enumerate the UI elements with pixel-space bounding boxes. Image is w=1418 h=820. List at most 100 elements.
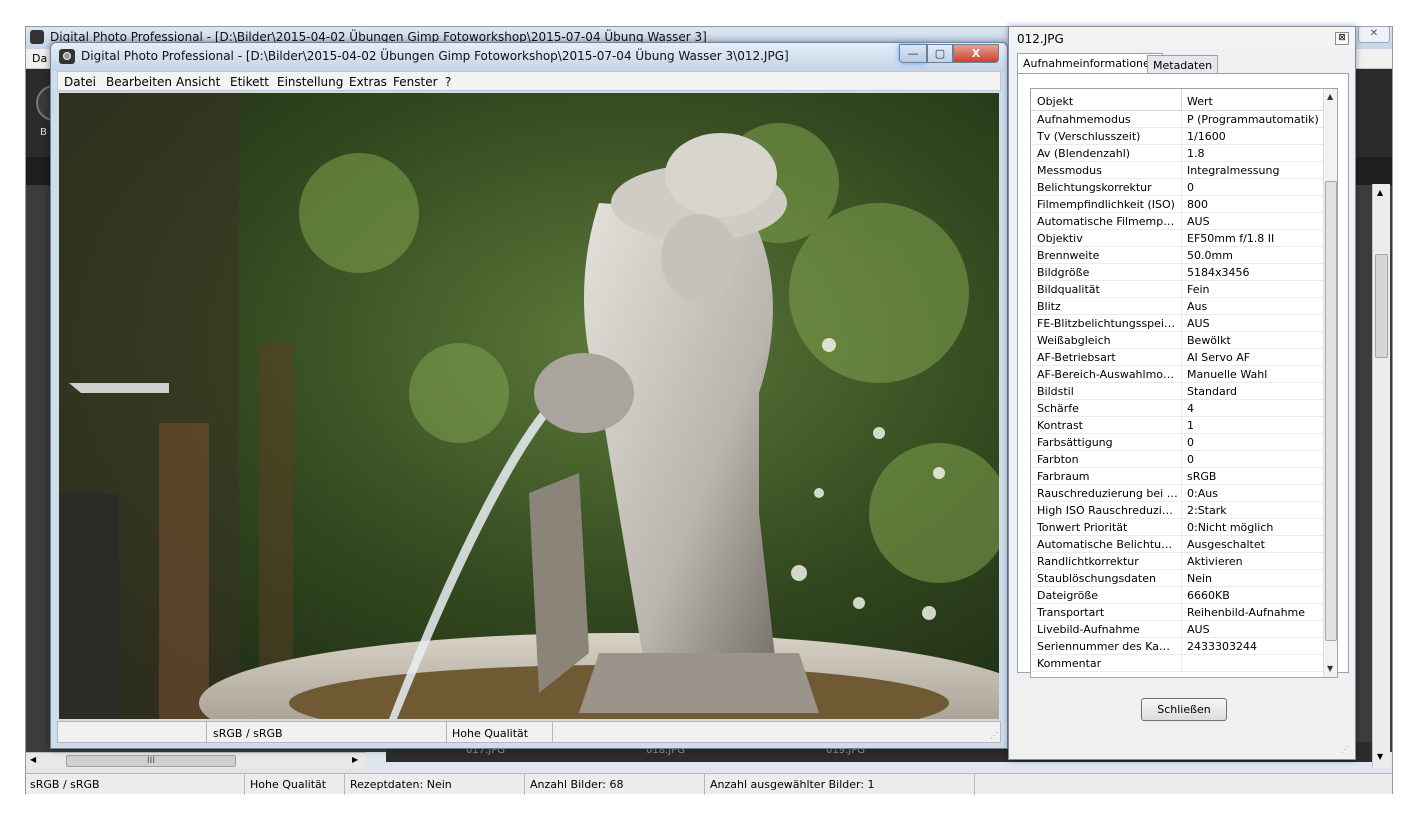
- info-row-key: Weißabgleich: [1037, 334, 1111, 347]
- vertical-scroll-thumb[interactable]: [1375, 254, 1388, 358]
- scroll-right-arrow-icon[interactable]: ▶: [352, 755, 358, 764]
- info-row[interactable]: Schärfe 4: [1031, 400, 1323, 417]
- info-row[interactable]: Automatische Belichtungso... Ausgeschalte…: [1031, 536, 1323, 553]
- info-row-separator: [1181, 128, 1182, 145]
- scroll-down-arrow-icon[interactable]: ▼: [1327, 664, 1333, 673]
- background-menu-datei[interactable]: Da: [32, 52, 47, 65]
- info-row-value: 1: [1187, 419, 1194, 432]
- info-scroll-thumb[interactable]: [1325, 181, 1337, 641]
- menu-bearbeiten[interactable]: Bearbeiten: [106, 75, 172, 89]
- info-row[interactable]: Automatische Filmempfindli... AUS: [1031, 213, 1323, 230]
- info-row[interactable]: Livebild-Aufnahme AUS: [1031, 621, 1323, 638]
- info-row[interactable]: AF-Bereich-Auswahlmodus Manuelle Wahl: [1031, 366, 1323, 383]
- info-window-titlebar[interactable]: 012.JPG ⊠: [1009, 27, 1355, 49]
- info-row-value: Standard: [1187, 385, 1238, 398]
- info-row-key: Objektiv: [1037, 232, 1083, 245]
- menu-help[interactable]: ?: [445, 75, 451, 89]
- info-row[interactable]: Brennweite 50.0mm: [1031, 247, 1323, 264]
- info-row[interactable]: Bildqualität Fein: [1031, 281, 1323, 298]
- info-row-separator: [1181, 332, 1182, 349]
- info-row[interactable]: Staublöschungsdaten Nein: [1031, 570, 1323, 587]
- info-row[interactable]: Blitz Aus: [1031, 298, 1323, 315]
- shooting-info-window: 012.JPG ⊠ Aufnahmeinformationen Metadate…: [1008, 26, 1356, 760]
- menu-etikett[interactable]: Etikett: [230, 75, 269, 89]
- info-row-value: AUS: [1187, 215, 1210, 228]
- info-row[interactable]: Farbton 0: [1031, 451, 1323, 468]
- scroll-up-arrow-icon[interactable]: ▲: [1327, 92, 1333, 101]
- camera-icon: [59, 49, 75, 64]
- close-dialog-button[interactable]: Schließen: [1141, 698, 1227, 721]
- info-row[interactable]: FE-Blitzbelichtungsspeicher... AUS: [1031, 315, 1323, 332]
- maximize-button[interactable]: ▢: [927, 44, 953, 63]
- status-separator: [244, 774, 245, 795]
- info-row[interactable]: AF-Betriebsart AI Servo AF: [1031, 349, 1323, 366]
- info-row-key: Livebild-Aufnahme: [1037, 623, 1140, 636]
- status-separator: [206, 722, 207, 742]
- info-row-separator: [1181, 451, 1182, 468]
- image-window-statusbar: sRGB / sRGB Hohe Qualität ⋰: [57, 721, 1001, 743]
- info-row[interactable]: Kontrast 1: [1031, 417, 1323, 434]
- info-row[interactable]: Weißabgleich Bewölkt: [1031, 332, 1323, 349]
- status-separator: [974, 774, 975, 795]
- info-row[interactable]: Transportart Reihenbild-Aufnahme: [1031, 604, 1323, 621]
- info-row[interactable]: Rauschreduzierung bei Lan... 0:Aus: [1031, 485, 1323, 502]
- info-row[interactable]: Aufnahmemodus P (Programmautomatik): [1031, 111, 1323, 128]
- header-separator: [1181, 89, 1182, 111]
- image-window: Digital Photo Professional - [D:\Bilder\…: [50, 42, 1008, 749]
- horizontal-scroll-thumb[interactable]: III: [66, 755, 236, 767]
- info-row[interactable]: Filmempfindlichkeit (ISO) 800: [1031, 196, 1323, 213]
- status-separator: [552, 722, 553, 742]
- image-status-quality: Hohe Qualität: [452, 727, 529, 740]
- minimize-button[interactable]: —: [899, 44, 927, 63]
- info-row-key: Aufnahmemodus: [1037, 113, 1131, 126]
- scroll-left-arrow-icon[interactable]: ◀: [30, 755, 36, 764]
- scroll-up-arrow-icon[interactable]: ▲: [1377, 188, 1383, 197]
- menu-datei[interactable]: Datei: [64, 75, 96, 89]
- menu-fenster[interactable]: Fenster: [393, 75, 438, 89]
- info-row[interactable]: Messmodus Integralmessung: [1031, 162, 1323, 179]
- info-row-value: Aktivieren: [1187, 555, 1243, 568]
- close-button[interactable]: X: [953, 44, 999, 63]
- info-row-separator: [1181, 417, 1182, 434]
- info-row-key: Automatische Filmempfindli...: [1037, 215, 1179, 228]
- info-row[interactable]: High ISO Rauschreduzierung 2:Stark: [1031, 502, 1323, 519]
- resize-grip-icon[interactable]: ⋰: [990, 731, 998, 740]
- background-vertical-scrollbar[interactable]: ▲ ▼: [1372, 184, 1390, 768]
- info-row[interactable]: Av (Blendenzahl) 1.8: [1031, 145, 1323, 162]
- info-table[interactable]: Objekt Wert Aufnahmemodus P (Programmauto…: [1030, 88, 1338, 678]
- info-row-value: Ausgeschaltet: [1187, 538, 1265, 551]
- info-vertical-scrollbar[interactable]: ▲ ▼: [1323, 89, 1337, 677]
- info-row-separator: [1181, 400, 1182, 417]
- info-row[interactable]: Randlichtkorrektur Aktivieren: [1031, 553, 1323, 570]
- background-horizontal-scrollbar[interactable]: ◀ III ▶: [26, 752, 366, 769]
- info-row-separator: [1181, 604, 1182, 621]
- info-row[interactable]: Kommentar: [1031, 655, 1323, 672]
- info-row-key: Messmodus: [1037, 164, 1102, 177]
- resize-grip-icon[interactable]: ⋰: [1341, 745, 1349, 754]
- info-close-icon[interactable]: ⊠: [1335, 32, 1349, 45]
- info-row[interactable]: Bildgröße 5184x3456: [1031, 264, 1323, 281]
- menu-einstellung[interactable]: Einstellung: [277, 75, 343, 89]
- header-wert[interactable]: Wert: [1187, 95, 1213, 108]
- menu-extras[interactable]: Extras: [349, 75, 387, 89]
- info-row-key: Transportart: [1037, 606, 1105, 619]
- info-row[interactable]: Tv (Verschlusszeit) 1/1600: [1031, 128, 1323, 145]
- info-row[interactable]: Bildstil Standard: [1031, 383, 1323, 400]
- info-row[interactable]: Objektiv EF50mm f/1.8 II: [1031, 230, 1323, 247]
- info-row[interactable]: Farbraum sRGB: [1031, 468, 1323, 485]
- info-row-value: 5184x3456: [1187, 266, 1250, 279]
- header-objekt[interactable]: Objekt: [1037, 95, 1073, 108]
- tab-aufnahmeinformationen[interactable]: Aufnahmeinformationen: [1017, 53, 1163, 74]
- info-row-key: High ISO Rauschreduzierung: [1037, 504, 1179, 517]
- info-row[interactable]: Dateigröße 6660KB: [1031, 587, 1323, 604]
- info-row[interactable]: Tonwert Priorität 0:Nicht möglich: [1031, 519, 1323, 536]
- scroll-down-arrow-icon[interactable]: ▼: [1377, 752, 1383, 761]
- menu-ansicht[interactable]: Ansicht: [176, 75, 220, 89]
- background-close-button[interactable]: ✕: [1358, 26, 1390, 43]
- info-row[interactable]: Seriennummer des Kamera... 2433303244: [1031, 638, 1323, 655]
- info-row[interactable]: Belichtungskorrektur 0: [1031, 179, 1323, 196]
- info-row[interactable]: Farbsättigung 0: [1031, 434, 1323, 451]
- image-window-titlebar[interactable]: Digital Photo Professional - [D:\Bilder\…: [51, 43, 1007, 71]
- photo-canvas[interactable]: [59, 93, 999, 719]
- tab-metadaten[interactable]: Metadaten: [1147, 55, 1219, 73]
